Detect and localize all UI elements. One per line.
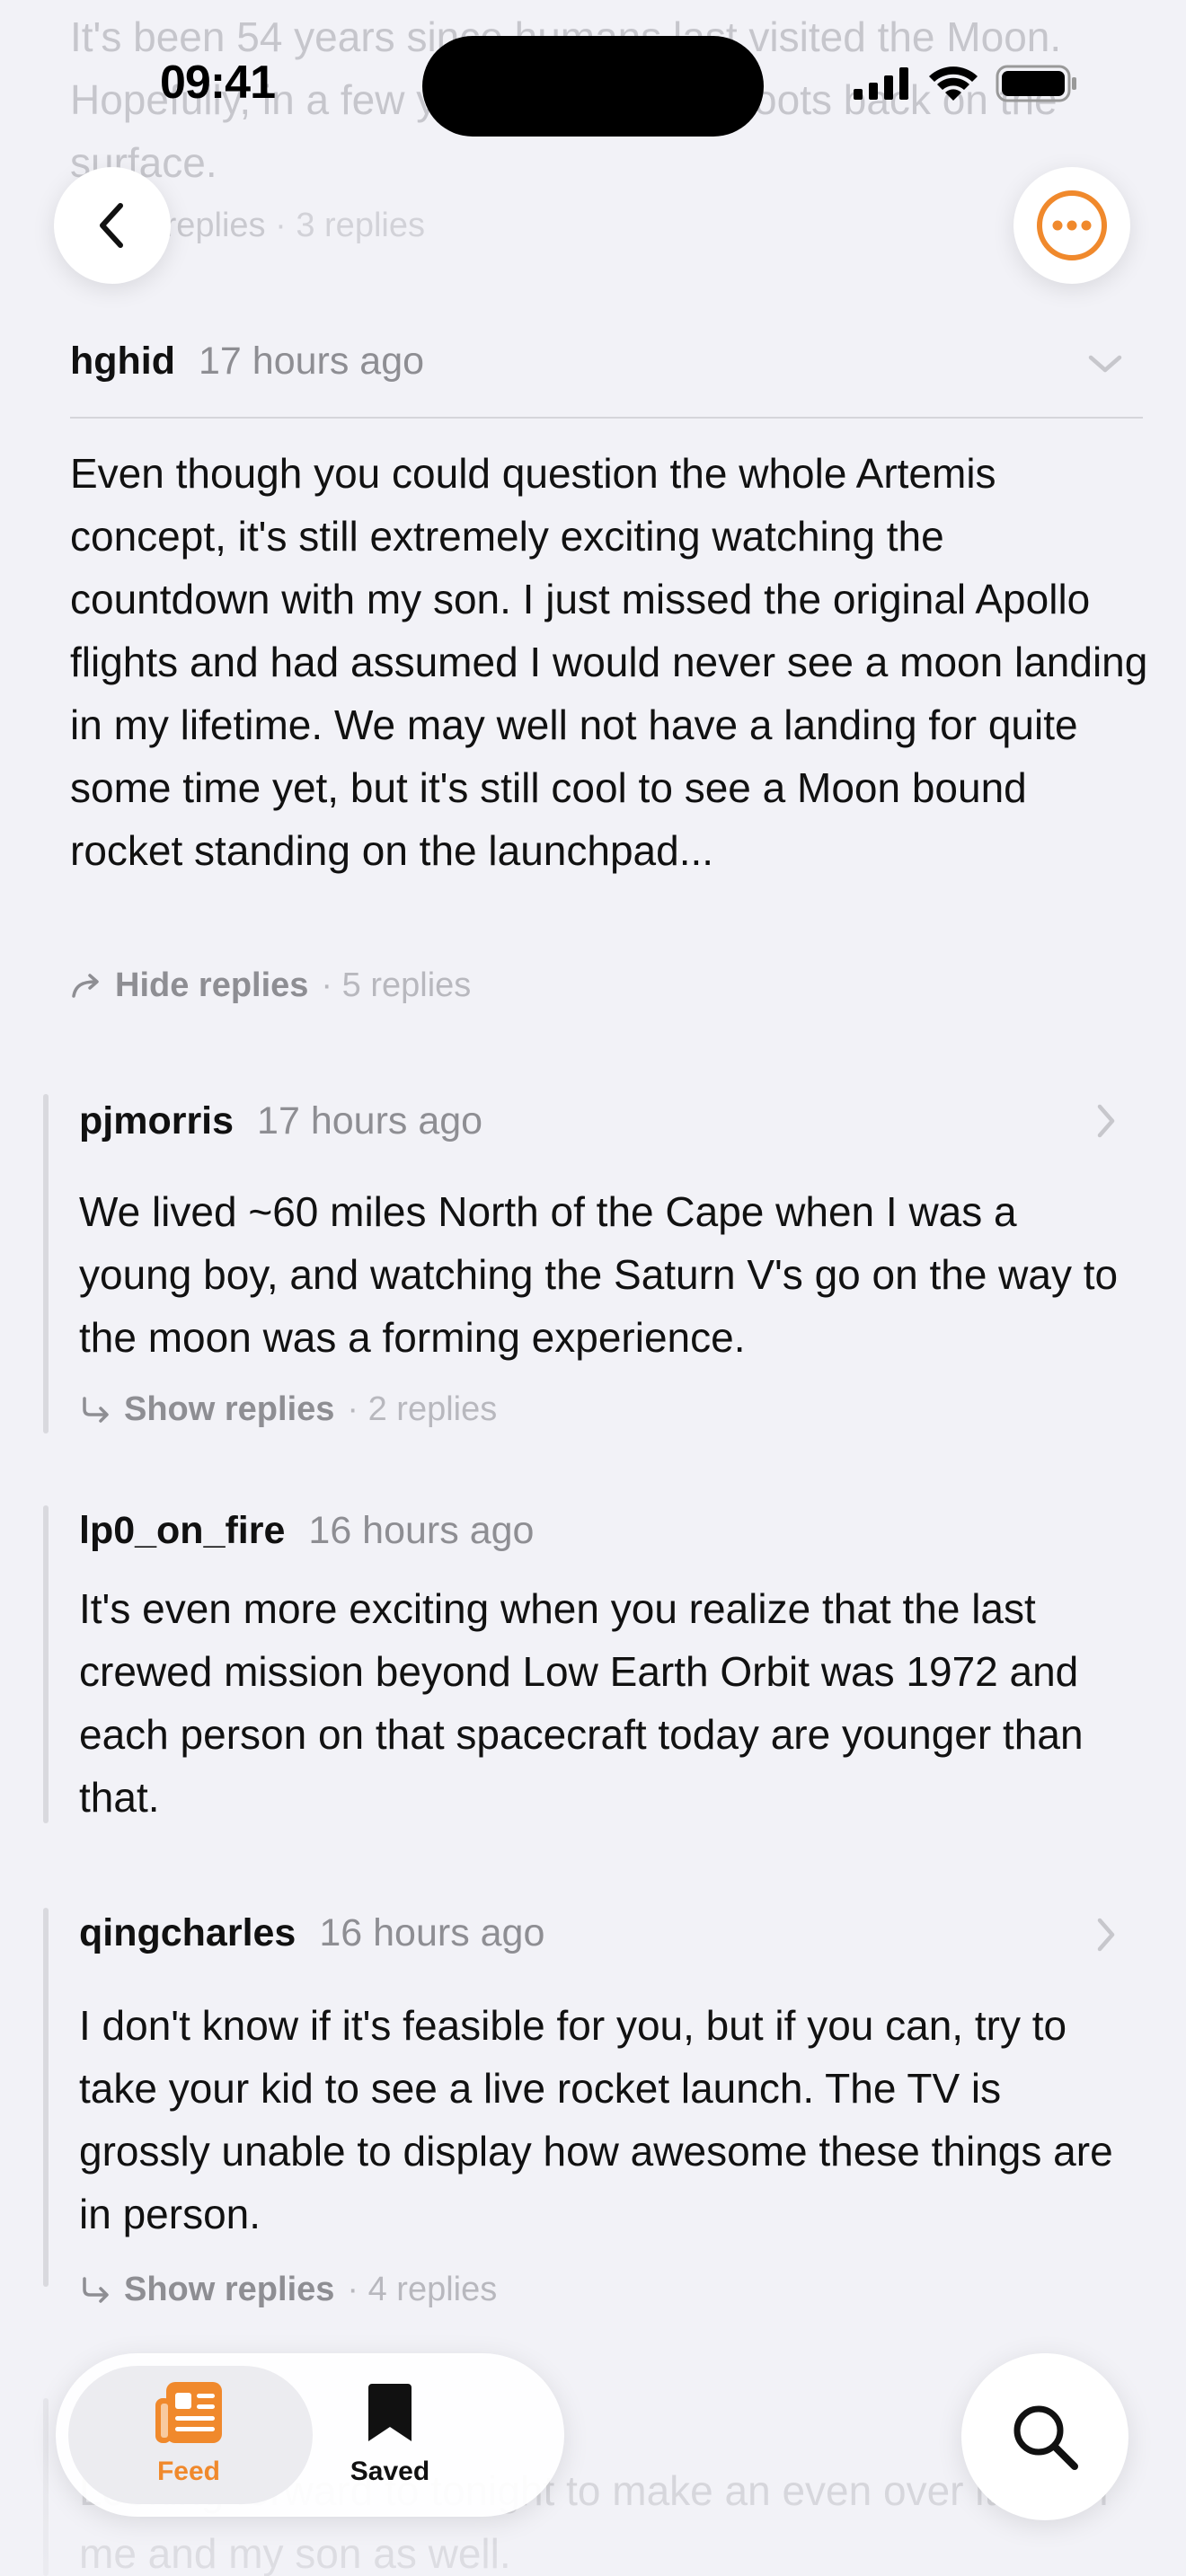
back-button[interactable]	[54, 167, 171, 284]
more-options-button[interactable]	[1013, 167, 1130, 284]
thread-indent-line	[43, 1094, 49, 1434]
replies-count: · 2 replies	[347, 1390, 498, 1428]
chevron-right-icon[interactable]	[1093, 1101, 1120, 1141]
reply-timestamp: 17 hours ago	[257, 1099, 483, 1142]
dynamic-island	[422, 36, 764, 137]
tab-saved[interactable]: Saved	[300, 2380, 480, 2487]
chevron-right-icon[interactable]	[1093, 1915, 1120, 1954]
reply-body: I don't know if it's feasible for you, b…	[79, 2002, 1113, 2237]
comment-body: Even though you could question the whole…	[70, 450, 1148, 874]
comment-divider	[70, 417, 1143, 419]
bookmark-icon	[368, 2384, 412, 2441]
reply-body: We lived ~60 miles North of the Cape whe…	[79, 1188, 1119, 1361]
thread-indent-line	[43, 1505, 49, 1823]
replies-action-label: Hide replies	[115, 966, 309, 1004]
reply-username[interactable]: lp0_on_fire	[79, 1509, 285, 1553]
hide-replies-toggle[interactable]: Hide replies · 5 replies	[70, 966, 471, 1005]
wifi-icon	[929, 66, 978, 101]
replies-count: · 5 replies	[321, 966, 472, 1004]
status-time: 09:41	[160, 57, 276, 109]
replies-action-label: Show replies	[124, 2271, 335, 2308]
chevron-left-icon	[100, 203, 123, 248]
reply-header: lp0_on_fire 16 hours ago	[79, 1509, 534, 1553]
thread-indent-line	[43, 2398, 49, 2576]
reply-header: pjmorris 17 hours ago	[79, 1099, 482, 1143]
tab-feed-label: Feed	[156, 2457, 221, 2486]
replies-count: · 4 replies	[347, 2271, 498, 2308]
app-screen: It's been 54 years since humans last vis…	[0, 0, 1186, 2576]
reply-arrow-icon	[72, 973, 99, 998]
comment-timestamp: 17 hours ago	[199, 340, 425, 383]
reply-header: qingcharles 16 hours ago	[79, 1911, 544, 1955]
thread-indent-line	[43, 1908, 49, 2287]
show-replies-toggle[interactable]: Show replies · 2 replies	[79, 1390, 497, 1429]
replies-action-label: Show replies	[124, 1390, 335, 1428]
reply-body: It's even more exciting when you realize…	[79, 1585, 1084, 1821]
reply-username[interactable]: qingcharles	[79, 1911, 296, 1955]
reply-username[interactable]: pjmorris	[79, 1099, 234, 1143]
reply-timestamp: 16 hours ago	[319, 1911, 545, 1954]
cellular-signal-icon	[854, 67, 908, 100]
ellipsis-circle-icon	[1037, 190, 1107, 260]
show-replies-toggle[interactable]: Show replies · 4 replies	[79, 2271, 497, 2309]
magnifier-icon	[1013, 2405, 1078, 2470]
tab-feed[interactable]: Feed	[99, 2380, 279, 2487]
newspaper-icon	[155, 2382, 222, 2443]
comment-username[interactable]: hghid	[70, 340, 175, 384]
reply-arrow-icon	[83, 1396, 109, 1423]
tab-saved-label: Saved	[350, 2457, 430, 2486]
reply-timestamp: 16 hours ago	[308, 1509, 535, 1552]
replies-count: · 3 replies	[275, 207, 425, 244]
battery-icon	[996, 65, 1076, 102]
comment-header: hghid 17 hours ago	[70, 340, 424, 384]
search-button[interactable]	[961, 2353, 1128, 2520]
reply-arrow-icon	[83, 2276, 109, 2303]
tab-bar: Feed Saved	[56, 2353, 564, 2517]
chevron-down-icon[interactable]	[1085, 350, 1125, 377]
status-icons	[854, 65, 1078, 102]
